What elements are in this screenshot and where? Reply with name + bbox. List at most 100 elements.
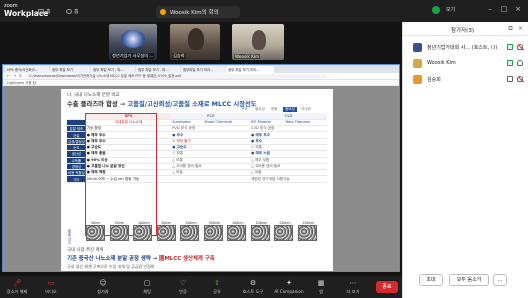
video-tile-participant[interactable]: Woosik Kim [232,24,284,60]
sem-scale-label: 300nm [208,221,221,225]
pdf-slide: 나. 국내 나노소재 분말 비교 수출 플라즈마 합성 → 고품질/고신뢰성/고… [61,89,333,271]
sem-image: 100nm [133,221,152,241]
mic-icon[interactable] [517,44,523,50]
browser-tab[interactable]: 첨부 파일 보기 - 파... [136,66,180,73]
sem-image: 50nm [86,221,105,241]
reactions-icon: ♡ [179,279,187,287]
toolbar-host-tools-button[interactable]: ⚙ 호스트 도구 [238,279,268,295]
participants-header: 참가자(3) ⧉ × [403,22,528,36]
table-cell: 제한된 연구개발 사용가능 [250,175,327,183]
video-name-label: 청년기업가 사무실의 ... [111,53,155,59]
toolbar-label: 호스트 도구 [242,289,264,294]
meeting-stage: 청년기업가 사무실의 ... 김승희 Woosik Kim HPS 중국/국산화… [0,22,402,276]
forward-icon[interactable]: → [13,73,16,78]
video-tile-participant[interactable]: 김승희 [170,24,220,60]
paw-icon[interactable] [66,9,72,14]
minimize-icon[interactable]: – [486,5,494,13]
video-name-label: 김승희 [172,53,186,59]
toolbar-ai-button[interactable]: ✦ AI Companion [274,279,304,294]
more-icon: ⋯ [349,279,357,287]
shared-screen-browser: HPS 중국/국산화(S... 첨부 파일 보기 첨부 파일 보기 - 파...… [2,64,400,272]
camera-icon[interactable] [507,76,513,82]
participants-panel: 참가자(3) ⧉ × 청년기업가대회 사... (호스트, 나) Woosik K… [402,22,528,298]
avatar [413,43,422,52]
browser-address-bar: ← → ↻ C:/Users/woosik/Downloads/국가전략기술 나… [3,73,399,80]
view-button[interactable]: 보기 [446,6,455,13]
toolbar-participants-button[interactable]: ☺ 참가자 [88,279,118,295]
home-icon[interactable] [38,9,44,14]
paw-tab-label[interactable]: 홈 [74,8,79,15]
participant-row[interactable]: 청년기업가대회 사... (호스트, 나) [403,40,528,54]
table-cell: 분말 제조 [67,125,86,133]
ai-icon: ✦ [286,279,292,287]
more-options-button[interactable]: … [493,274,507,286]
browser-tab[interactable]: 첨부 파일 보기 [50,66,90,73]
toolbar-more-button[interactable]: ⋯ 더 보기 [338,279,368,295]
mute-all-button[interactable]: 모두 음소거 [449,274,489,286]
sem-scale-label: 50nm [91,221,101,225]
toolbar-label: 더 보기 [346,289,360,294]
slide-nav-item-active: 중요성 [283,107,297,112]
browser-tab[interactable]: 첨부 파일 보기 - 파... [91,66,135,73]
mic-icon: 🎤︎ [13,279,22,287]
meeting-title: Woosik Kim의 회의 [170,10,219,16]
toolbar-reactions-button[interactable]: ♡ 반응 [168,279,198,295]
maximize-icon[interactable]: □ [500,5,508,13]
sem-scale-label: 150nm [185,221,197,225]
slide-nav-item: 목적 [241,107,248,111]
video-tile-host[interactable]: 청년기업가 사무실의 ... [109,24,157,60]
close-icon[interactable]: × [514,5,522,13]
sem-scale-label: 150nm [279,221,291,225]
sem-image: 200nm [297,221,317,241]
browser-tab[interactable]: 첨부파일 보기 미리... [181,66,225,73]
toolbar-share-button[interactable]: ⇧ 공유 [202,279,232,295]
slide-nav-item: 필요성 [255,107,265,111]
participant-silhouette [252,30,266,50]
participants-icon: ☺ [99,279,107,287]
slide-nav-item: 현황 [271,107,278,111]
mic-icon[interactable] [517,76,523,82]
video-name-label: Woosik Kim [234,54,261,59]
sem-image-row: 50nm 50nm 100nm 80nm 150nm 300nm 100nm 100nm 150… [86,221,326,241]
sem-image: 100nm [227,221,246,241]
reload-icon[interactable]: ↻ [19,73,22,78]
participant-row[interactable]: 김승희 [403,72,528,86]
back-icon[interactable]: ← [7,73,10,78]
meeting-toolbar: 🎤︎ 음소거 해제 ▭ 비디오 ☺ 참가자 ▢ 채팅 ♡ 반응 ⇧ 공유 ⚙ 호스트 도구 ✦ AI Comp… [0,276,402,298]
sem-image: 150nm [274,221,293,241]
end-meeting-button[interactable]: 종료 [376,281,398,293]
invite-button[interactable]: 초대 [419,274,443,286]
security-shield-icon[interactable] [432,6,440,14]
toolbar-chat-button[interactable]: ▢ 채팅 [132,279,162,295]
sem-scale-label: 100nm [138,221,150,225]
camera-icon[interactable] [507,44,513,50]
toolbar-label: 참가자 [97,289,109,294]
sps-highlight-frame [85,113,157,236]
camera-icon[interactable] [507,60,513,66]
popout-icon[interactable]: ⧉ [507,25,514,32]
meeting-title-pill[interactable]: Woosik Kim의 회의 [156,6,240,18]
url-field[interactable]: C:/Users/woosik/Downloads/국가전략기술 나노소재 ML… [27,74,327,79]
home-tab-label[interactable]: 홈 [46,8,51,15]
table-cell: 비용 적합성 [67,169,86,177]
toolbar-video-button[interactable]: ▭ 비디오 [36,279,66,295]
sem-scale-label: 100nm [232,221,244,225]
table-cell: 기타 [67,175,86,183]
sem-scale-label: 50nm [114,221,125,225]
browser-tab[interactable]: HPS 중국/국산화(S... [5,66,49,73]
slide-title: 수출 플라즈마 합성 → 고품질/고신뢰성/고품질 소재로 MLCC 시장선도 [67,101,257,108]
browser-tab-active[interactable]: 첨부 파일 보기 미리... [226,66,274,73]
toolbar-apps-button[interactable]: ▦ 앱 [306,279,336,295]
toolbar-mic-button[interactable]: 🎤︎ 음소거 해제 [2,279,32,295]
slide-foot-subtitle: 국내 생산 체계 구축으로 수입 대체 및 공급망 안정화 [67,264,155,269]
participant-row[interactable]: Woosik Kim [403,56,528,70]
sem-row-label: 제품 사진 [67,229,71,244]
sem-image: 80nm [156,221,176,241]
sem-image: 100nm [250,221,270,241]
close-panel-icon[interactable]: × [517,25,524,32]
toolbar-label: 비디오 [45,289,57,294]
slide-kicker: 나. 국내 나노소재 분말 비교 [67,93,120,98]
share-icon: ⇧ [214,279,220,287]
mic-icon[interactable] [517,60,523,66]
apps-icon: ▦ [317,279,325,287]
